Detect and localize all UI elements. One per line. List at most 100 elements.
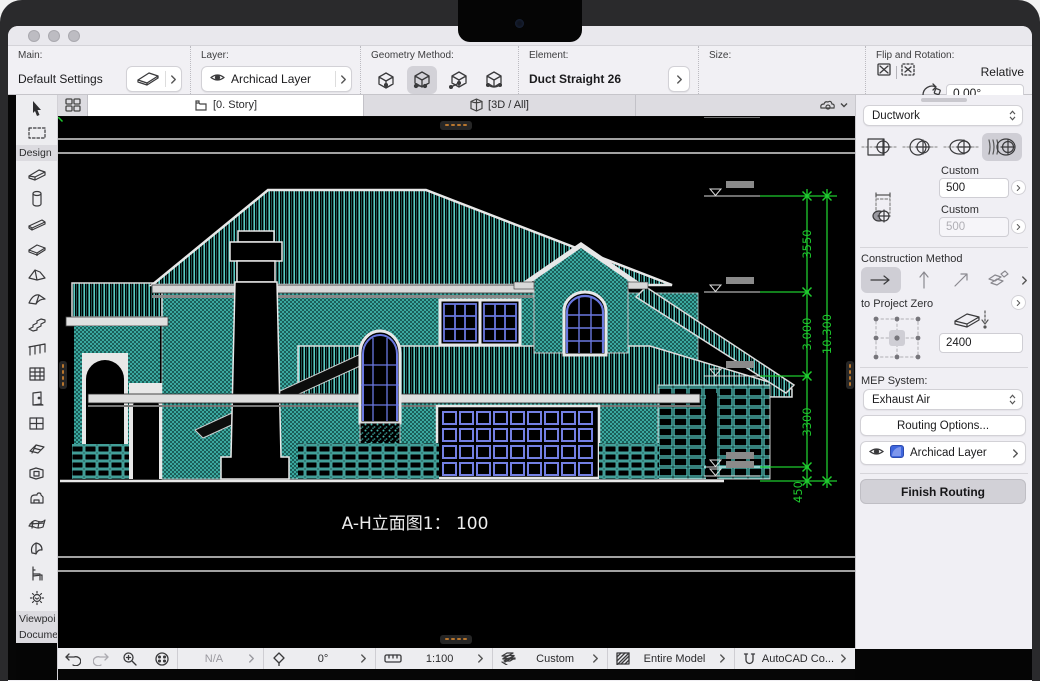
arrow-tool[interactable] <box>16 95 57 120</box>
model-view-options-button[interactable] <box>811 95 855 116</box>
snap-guides-control[interactable]: N/A <box>177 648 263 669</box>
anchor-grid-control[interactable] <box>868 313 926 368</box>
select-arrows-icon <box>1009 394 1016 405</box>
height-chevron-button[interactable] <box>1011 219 1026 234</box>
default-settings-button[interactable] <box>126 66 182 92</box>
tab-story-label: [0. Story] <box>213 99 257 111</box>
toolbox-group-document[interactable]: Docume <box>16 627 57 643</box>
duct-size-icon <box>870 191 900 230</box>
duct-shape-rectangular[interactable] <box>859 133 899 161</box>
geometry-method-rise[interactable] <box>443 66 473 94</box>
width-label: Custom <box>941 165 979 177</box>
layer-selector[interactable]: Archicad Layer <box>201 66 352 92</box>
drawing-canvas[interactable]: 3550 3.000 3300 450 10.300 A-H立面图1： 100 <box>58 117 855 648</box>
lamp-tool[interactable] <box>16 586 57 611</box>
traffic-light-minimize[interactable] <box>48 30 60 42</box>
routing-options-button[interactable]: Routing Options... <box>860 415 1026 436</box>
reference-chevron-button[interactable] <box>1011 295 1026 310</box>
furniture-tool[interactable] <box>16 561 57 586</box>
stair-tool[interactable] <box>16 311 57 336</box>
mep-system-value: Exhaust Air <box>872 394 930 406</box>
elevation-field[interactable]: 2400 <box>939 333 1023 353</box>
panel-layer-selector[interactable]: Archicad Layer <box>860 441 1026 465</box>
undo-button[interactable] <box>58 651 87 666</box>
zoom-in-button[interactable] <box>116 651 144 667</box>
tab-bar-empty <box>636 95 811 116</box>
fit-in-window-button[interactable] <box>144 651 177 667</box>
orientation-control[interactable]: 0° <box>263 648 375 669</box>
angle-value: 0° <box>318 653 329 665</box>
width-field[interactable]: 500 <box>939 178 1009 198</box>
door-tool[interactable] <box>16 386 57 411</box>
partial-structure-control[interactable]: Entire Model <box>607 648 734 669</box>
width-chevron-button[interactable] <box>1011 180 1026 195</box>
mep-system-select[interactable]: Exhaust Air <box>863 389 1023 410</box>
chevron-right-icon <box>592 653 599 664</box>
marquee-tool[interactable] <box>16 120 57 145</box>
shell-tool[interactable] <box>16 286 57 311</box>
beam-tool[interactable] <box>16 211 57 236</box>
traffic-light-close[interactable] <box>28 30 40 42</box>
work-environment-control[interactable]: AutoCAD Co... <box>734 648 855 669</box>
height-field[interactable]: 500 <box>939 217 1009 237</box>
geometry-method-chained[interactable] <box>407 66 437 94</box>
construction-vertical[interactable] <box>910 267 938 293</box>
right-pane-handle[interactable] <box>846 361 854 389</box>
traffic-light-zoom[interactable] <box>68 30 80 42</box>
morph-tool[interactable] <box>16 536 57 561</box>
duct-shape-circular[interactable] <box>900 133 940 161</box>
flip-icon[interactable] <box>876 62 893 82</box>
construction-horizontal[interactable] <box>861 267 901 293</box>
scale-control[interactable]: 1:100 <box>375 648 492 669</box>
slab-tool[interactable] <box>16 236 57 261</box>
railing-tool[interactable] <box>16 336 57 361</box>
system-type-value: Ductwork <box>872 110 920 122</box>
column-tool[interactable] <box>16 186 57 211</box>
redo-button[interactable] <box>87 651 116 666</box>
wall-tool[interactable] <box>16 161 57 186</box>
duct-shape-oval[interactable] <box>941 133 981 161</box>
duct-shape-flexible[interactable] <box>982 133 1022 161</box>
toolbox-group-viewpoint[interactable]: Viewpoi <box>16 611 57 627</box>
story-icon <box>194 99 208 112</box>
bottom-pane-handle[interactable] <box>440 635 472 644</box>
left-pane-handle[interactable] <box>59 361 67 389</box>
mesh-tool[interactable] <box>16 511 57 536</box>
size-label: Size: <box>709 50 857 61</box>
routing-panel: Ductwork Custom 500 Custom 500 <box>855 95 1032 649</box>
flip-rotation-label: Flip and Rotation: <box>876 50 1024 61</box>
panel-divider <box>860 367 1028 368</box>
system-type-select[interactable]: Ductwork <box>863 105 1023 126</box>
geometry-method-single[interactable] <box>371 66 401 94</box>
construction-method-label: Construction Method <box>861 253 963 265</box>
chevron-right-icon[interactable] <box>1021 275 1028 286</box>
top-pane-handle[interactable] <box>440 121 472 130</box>
window-tool[interactable] <box>16 411 57 436</box>
element-chevron-button[interactable] <box>668 66 690 92</box>
roof-tool[interactable] <box>16 261 57 286</box>
toolbox-group-design[interactable]: Design <box>16 145 57 161</box>
tab-story[interactable]: [0. Story] <box>88 95 364 116</box>
object-tool[interactable] <box>16 486 57 511</box>
bottom-filler <box>58 669 855 680</box>
tab-3d[interactable]: [3D / All] <box>364 95 636 116</box>
curtain-wall-tool[interactable] <box>16 361 57 386</box>
relative-label: Relative <box>981 65 1024 79</box>
elevation-icon <box>951 309 991 336</box>
opening-tool[interactable] <box>16 461 57 486</box>
duct-shape-row <box>859 133 1022 161</box>
skylight-tool[interactable] <box>16 436 57 461</box>
toolbar-section-layer: Layer: Archicad Layer <box>190 46 360 94</box>
tab-bar: [0. Story] [3D / All] <box>58 95 855 117</box>
construction-special[interactable] <box>984 267 1012 293</box>
tab-overview-icon[interactable] <box>58 95 88 116</box>
mirror-icon[interactable] <box>900 62 917 82</box>
finish-routing-button[interactable]: Finish Routing <box>860 479 1026 504</box>
geometry-method-slope[interactable] <box>479 66 509 94</box>
layer-combo-value: Custom <box>536 653 574 665</box>
layer-combination-control[interactable]: Custom <box>492 648 607 669</box>
construction-sloped[interactable] <box>947 267 975 293</box>
panel-drag-handle[interactable] <box>921 98 967 102</box>
drawing-viewport[interactable]: 3550 3.000 3300 450 10.300 A-H立面图1： 100 <box>58 117 855 647</box>
element-value: Duct Straight 26 <box>529 72 621 86</box>
